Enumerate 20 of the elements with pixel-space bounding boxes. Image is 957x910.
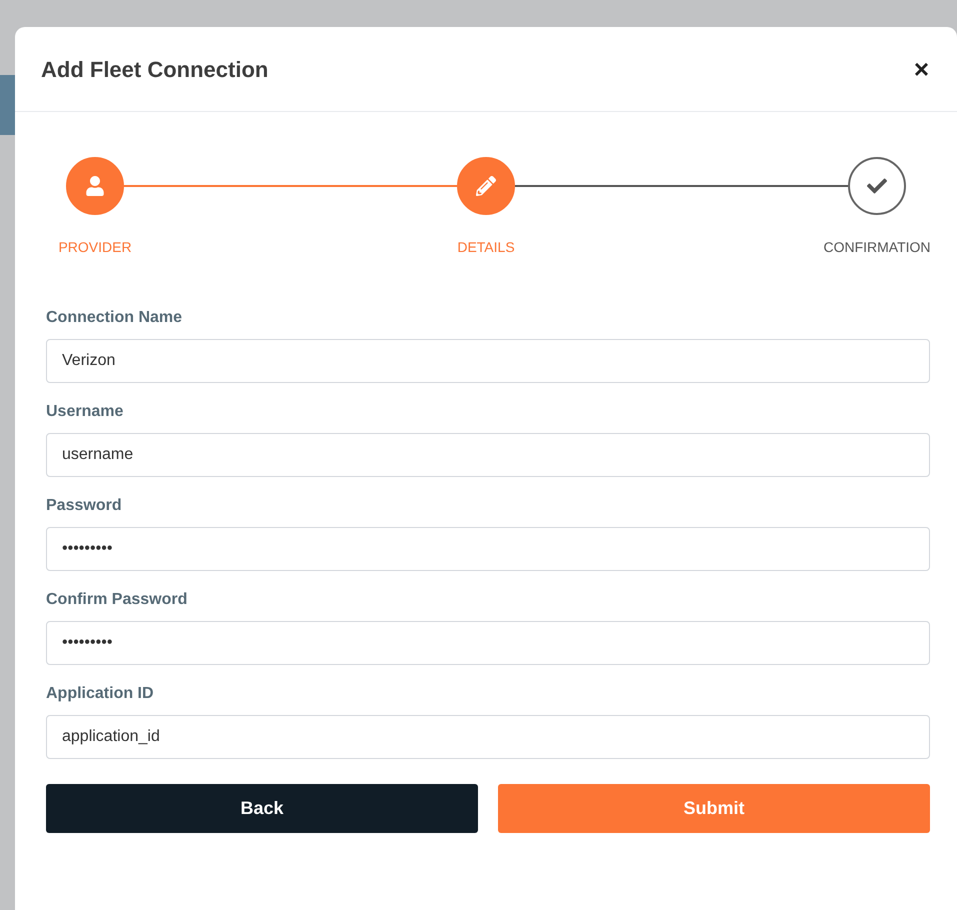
input-field[interactable]: ••••••••• — [46, 527, 930, 571]
input-field[interactable]: application_id — [46, 715, 930, 759]
back-button[interactable]: Back — [46, 784, 478, 833]
input-field[interactable]: username — [46, 433, 930, 477]
background-panel — [0, 75, 15, 135]
user-icon — [85, 176, 105, 196]
step-label: CONFIRMATION — [823, 238, 931, 257]
input-field[interactable]: Verizon — [46, 339, 930, 383]
field-label: Password — [46, 496, 123, 516]
step-label: DETAILS — [457, 238, 515, 257]
field-label: Connection Name — [46, 308, 184, 328]
pencil-icon — [476, 176, 496, 196]
field-label: Username — [46, 402, 124, 422]
dialog-title: Add Fleet Connection — [41, 56, 268, 84]
check-icon — [867, 176, 887, 196]
field-label: Application ID — [46, 684, 155, 704]
close-button[interactable]: × — [914, 56, 929, 82]
field-label: Confirm Password — [46, 590, 188, 610]
step-label: PROVIDER — [58, 238, 132, 257]
input-field[interactable]: ••••••••• — [46, 621, 930, 665]
